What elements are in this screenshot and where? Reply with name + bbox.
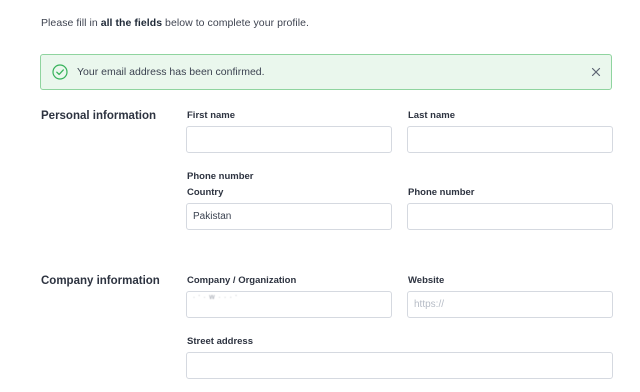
company-input-value: · ' · W · · · ' bbox=[193, 295, 238, 301]
last-name-input[interactable] bbox=[407, 126, 613, 153]
intro-prefix: Please fill in bbox=[41, 17, 101, 29]
intro-text: Please fill in all the fields below to c… bbox=[41, 17, 309, 29]
last-name-label: Last name bbox=[408, 110, 455, 121]
first-name-label: First name bbox=[187, 110, 236, 121]
company-info-title: Company information bbox=[41, 275, 160, 287]
country-select[interactable]: Pakistan bbox=[186, 203, 392, 230]
street-address-input[interactable] bbox=[186, 352, 613, 379]
alert-message: Your email address has been confirmed. bbox=[77, 66, 265, 78]
country-select-value: Pakistan bbox=[193, 211, 232, 222]
phone-number-input[interactable] bbox=[407, 203, 613, 230]
street-address-label: Street address bbox=[187, 336, 254, 347]
close-icon[interactable] bbox=[589, 65, 603, 79]
country-label: Country bbox=[187, 187, 224, 198]
first-name-input[interactable] bbox=[186, 126, 392, 153]
company-input[interactable]: · ' · W · · · ' bbox=[186, 291, 392, 318]
phone-group-label: Phone number bbox=[187, 171, 254, 182]
intro-suffix: below to complete your profile. bbox=[162, 17, 310, 29]
intro-bold: all the fields bbox=[100, 17, 163, 29]
check-circle-icon bbox=[52, 64, 68, 80]
phone-number-label: Phone number bbox=[408, 187, 475, 198]
email-confirmed-alert: Your email address has been confirmed. bbox=[40, 54, 612, 90]
personal-info-title: Personal information bbox=[41, 110, 157, 122]
website-label: Website bbox=[408, 275, 445, 286]
company-label: Company / Organization bbox=[187, 275, 297, 286]
website-input[interactable] bbox=[407, 291, 613, 318]
